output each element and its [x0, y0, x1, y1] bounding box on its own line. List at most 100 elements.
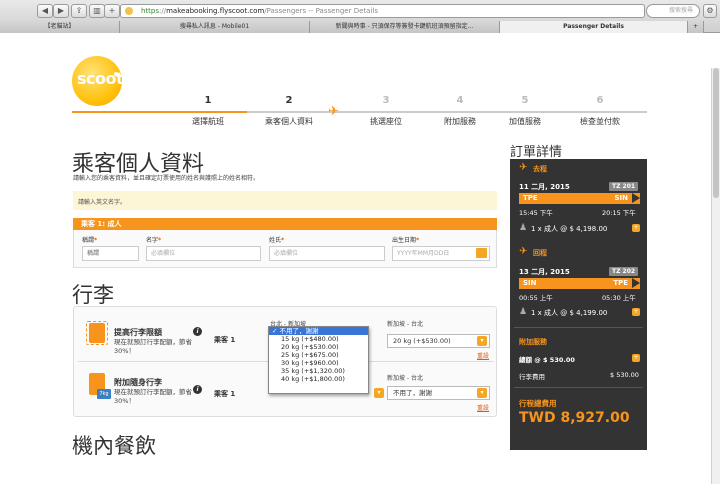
passenger-label: 乘客 1: [214, 390, 236, 398]
inbound-label: 回程: [533, 249, 547, 257]
departure-time: 00:55 上午: [519, 294, 553, 302]
dropdown-option[interactable]: 30 kg (+$960.00): [269, 359, 368, 367]
expand-icon[interactable]: +: [632, 308, 640, 316]
share-icon[interactable]: ⇪: [71, 4, 87, 18]
dob-label: 出生日期*: [392, 237, 420, 244]
divider: [514, 387, 643, 388]
tab-item[interactable]: 【老貓站】: [0, 21, 120, 33]
chevron-down-icon[interactable]: ▾: [374, 388, 384, 398]
total-label: 行程總費用: [519, 399, 557, 408]
step-number: 3: [382, 95, 390, 106]
title-select[interactable]: 稱謂: [82, 246, 139, 261]
search-field[interactable]: 搜索搜尋: [646, 4, 700, 18]
settings-icon[interactable]: ⚙: [703, 4, 717, 18]
arrival-time: 05:30 上午: [602, 294, 636, 302]
step-number: 4: [456, 95, 464, 106]
address-bar[interactable]: https://makeabooking.flyscoot.com/Passen…: [120, 4, 645, 18]
bookmarks-icon[interactable]: ▥: [89, 4, 105, 18]
step-label: 乘客個人資料: [265, 117, 313, 126]
outbound-fare: 1 x 成人 @ $ 4,198.00: [531, 225, 608, 233]
meal-title: 機內餐飲: [72, 434, 156, 458]
step-label[interactable]: 選擇航班: [173, 116, 243, 127]
expand-icon[interactable]: +: [632, 224, 640, 232]
baggage-fee-label: 行李費用: [519, 373, 545, 381]
dropdown-option-selected[interactable]: ✓ 不用了，謝謝: [269, 327, 368, 335]
return-carryon-select[interactable]: 不用了，謝謝: [387, 386, 490, 400]
tab-item[interactable]: 搜尋私人訊息 - Mobile01: [120, 21, 310, 33]
forward-icon[interactable]: ▶: [53, 4, 69, 18]
expand-icon[interactable]: +: [632, 354, 640, 362]
destination-code: TPE: [613, 279, 628, 287]
first-name-input[interactable]: 必填欄位: [146, 246, 261, 261]
reset-link[interactable]: 重設: [477, 403, 489, 412]
step-label: 檢查並付款: [580, 117, 620, 126]
info-icon[interactable]: i: [193, 327, 202, 336]
step-label: 加值服務: [509, 117, 541, 126]
suitcase-icon: [89, 323, 105, 343]
plane-icon: ✈: [519, 162, 528, 173]
back-icon[interactable]: ◀: [37, 4, 53, 18]
first-name-label: 名字*: [146, 237, 162, 244]
step-number: 6: [596, 95, 604, 106]
baggage-line: 總額 @ $ 530.00: [519, 356, 575, 364]
baggage-item-title: 附加隨身行李: [114, 378, 162, 387]
info-icon[interactable]: i: [193, 385, 202, 394]
dropdown-option[interactable]: 35 kg (+$1,320.00): [269, 367, 368, 375]
scrollbar[interactable]: [711, 68, 720, 484]
inbound-fare: 1 x 成人 @ $ 4,199.00: [531, 309, 608, 317]
passenger-icon: ♟: [519, 307, 528, 317]
add-tab-icon[interactable]: +: [104, 4, 120, 18]
route-label: 新加坡 - 台北: [387, 321, 423, 328]
divider: [514, 327, 643, 328]
dropdown-option[interactable]: 25 kg (+$675.00): [269, 351, 368, 359]
route-label: 新加坡 - 台北: [387, 375, 423, 382]
weight-badge: 7kg: [97, 389, 111, 399]
url-path: /Passengers -- Passenger Details: [264, 7, 378, 15]
scrollbar-thumb[interactable]: [713, 68, 719, 198]
progress-done: [72, 111, 247, 113]
calendar-icon[interactable]: [476, 248, 487, 258]
baggage-dropdown[interactable]: ✓ 不用了，謝謝 15 kg (+$480.00) 20 kg (+$530.0…: [268, 326, 369, 394]
departure-time: 15:45 下午: [519, 209, 553, 217]
last-name-label: 姓氏*: [269, 237, 285, 244]
destination-code: SIN: [614, 194, 628, 202]
reset-link[interactable]: 重設: [477, 351, 489, 360]
return-baggage-select[interactable]: 20 kg (+$530.00): [387, 334, 490, 348]
step-label: 附加服務: [444, 117, 476, 126]
step-number: 5: [521, 95, 529, 106]
baggage-title: 行李: [72, 283, 114, 307]
flight-number: TZ 202: [609, 267, 639, 276]
total-value: TWD 8,927.00: [519, 410, 630, 426]
addons-label: 附加服務: [519, 338, 547, 346]
plane-icon: ✈: [328, 104, 339, 119]
route-arrow: [632, 278, 640, 288]
dropdown-option[interactable]: 40 kg (+$1,800.00): [269, 375, 368, 383]
new-tab-button[interactable]: +: [688, 21, 704, 33]
chevron-down-icon[interactable]: ▾: [477, 336, 487, 346]
lock-icon: [125, 7, 133, 15]
baggage-item-desc: 現在就預訂行李配額，節省30%！: [114, 388, 192, 405]
summary-title: 訂單詳情: [510, 145, 563, 160]
passenger-header: 乘客 1: 成人: [73, 218, 497, 230]
last-name-input[interactable]: 必填欄位: [269, 246, 385, 261]
url-scheme: https: [141, 7, 160, 15]
arrival-time: 20:15 下午: [602, 209, 636, 217]
inbound-date: 13 二月, 2015: [519, 268, 570, 276]
passenger-form: 稱謂* 稱謂 名字* 必填欄位 姓氏* 必填欄位 出生日期* YYYY年MM月D…: [73, 230, 497, 268]
outbound-date: 11 二月, 2015: [519, 183, 570, 191]
flight-number: TZ 201: [609, 182, 639, 191]
browser-toolbar: ◀ ▶ ⇪ ▥ + https://makeabooking.flyscoot.…: [0, 0, 720, 33]
tab-item[interactable]: 新聞與時事 - 只須保存等簽發卡鍵航班須預留指定...: [310, 21, 500, 33]
baggage-item-desc: 現在就預訂行李配額，節省30%！: [114, 338, 192, 355]
dropdown-option[interactable]: 15 kg (+$480.00): [269, 335, 368, 343]
scoot-logo[interactable]: scoot: [72, 56, 124, 106]
chevron-down-icon[interactable]: ▾: [477, 388, 487, 398]
origin-code: TPE: [523, 194, 538, 202]
title-label: 稱謂*: [82, 237, 98, 244]
passenger-icon: ♟: [519, 223, 528, 233]
step-number: 1: [204, 95, 212, 106]
origin-code: SIN: [523, 279, 537, 287]
page-content: scoot ✈ 1 選擇航班 2 乘客個人資料 3 挑選座位 4 附加服務 5 …: [0, 34, 720, 484]
dropdown-option[interactable]: 20 kg (+$530.00): [269, 343, 368, 351]
tab-item-active[interactable]: Passenger Details: [500, 21, 688, 33]
